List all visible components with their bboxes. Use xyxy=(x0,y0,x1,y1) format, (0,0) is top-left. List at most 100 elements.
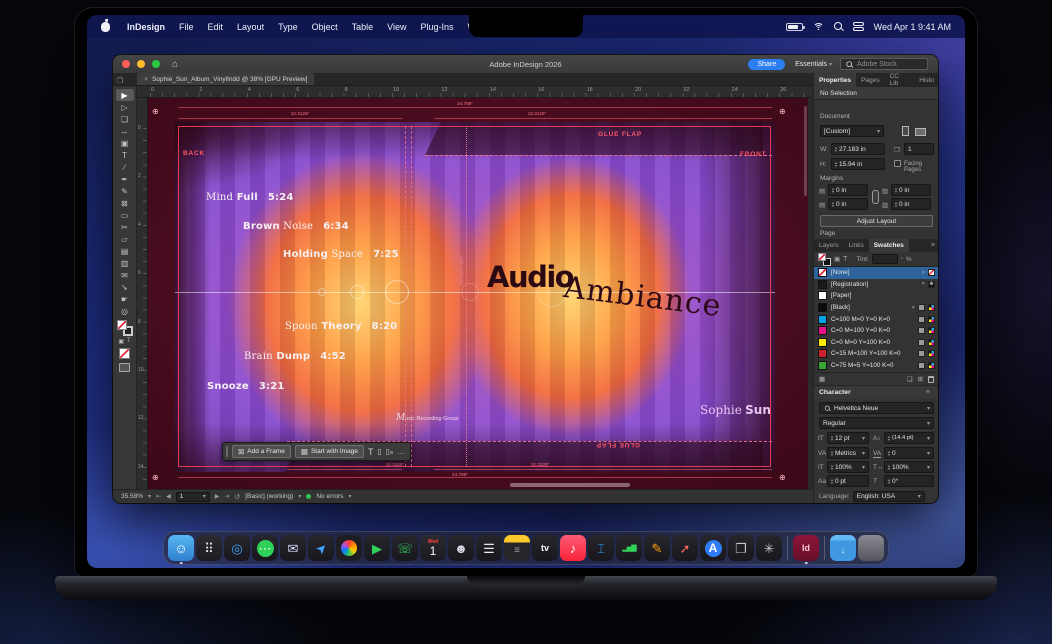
line-tool[interactable]: ∕ xyxy=(116,161,134,173)
pen-tool[interactable]: ✒ xyxy=(116,173,134,185)
fill-stroke-indicator[interactable] xyxy=(117,320,133,336)
swatch-view-icon[interactable]: ▦ xyxy=(819,375,825,383)
tracking-field[interactable]: ▴▾0▾ xyxy=(884,447,934,459)
font-size-field[interactable]: ▴▾12 pt▾ xyxy=(827,432,869,444)
panel-tab-histo[interactable]: Histo xyxy=(914,73,938,87)
preflight-status[interactable]: No errors xyxy=(316,493,343,500)
delete-swatch-icon[interactable] xyxy=(928,376,934,383)
screen-mode-button[interactable] xyxy=(119,363,130,372)
facing-pages-checkbox[interactable] xyxy=(894,160,901,167)
panel-tab-pages[interactable]: Pages xyxy=(856,73,884,87)
panel-tab-swatches[interactable]: Swatches xyxy=(869,239,909,252)
swatch-row[interactable]: [Paper] xyxy=(814,290,938,302)
note-tool[interactable]: ✉ xyxy=(116,269,134,281)
dock-item-numbers[interactable]: ▂▅▇ xyxy=(616,535,642,561)
zoom-window-button[interactable] xyxy=(152,60,160,68)
margin-right-field[interactable]: ▴▾0 in xyxy=(891,198,931,210)
gradient-tool[interactable]: ▤ xyxy=(116,245,134,257)
dock-item-indesign[interactable]: Id xyxy=(793,535,819,561)
baseline-shift-field[interactable]: ▴▾0 pt xyxy=(827,475,869,487)
dock-item-maps[interactable]: ➤ xyxy=(308,535,334,561)
menu-item-layout[interactable]: Layout xyxy=(237,22,264,32)
previous-page-button[interactable]: ◀ xyxy=(166,493,171,500)
menu-bar-clock[interactable]: Wed Apr 1 9:41 AM xyxy=(874,22,951,32)
horizontal-ruler[interactable]: 02468101214161820222426 xyxy=(137,86,813,98)
panel-tab-links[interactable]: Links xyxy=(844,239,869,252)
new-swatch-icon[interactable]: ⊞ xyxy=(918,375,923,383)
apple-menu-icon[interactable] xyxy=(101,22,110,32)
dock-item-pages[interactable]: ✎ xyxy=(644,535,670,561)
more-options-icon[interactable]: … xyxy=(397,447,405,456)
menu-item-edit[interactable]: Edit xyxy=(208,22,224,32)
apply-none-button[interactable] xyxy=(119,348,130,359)
panel-menu-icon[interactable]: ≡ xyxy=(931,239,938,252)
horizontal-scale-field[interactable]: ▴▾100%▾ xyxy=(884,461,934,473)
dock-item-rocket[interactable]: ➚ xyxy=(672,535,698,561)
dock-item-calendar[interactable]: Wed1 xyxy=(420,535,446,561)
preflight-icon[interactable]: ↺ xyxy=(234,493,240,501)
swatch-row[interactable]: [None]× xyxy=(814,267,938,279)
page-count-field[interactable]: 1 xyxy=(904,143,934,155)
margin-bottom-field[interactable]: ▴▾0 in xyxy=(828,198,868,210)
close-window-button[interactable] xyxy=(122,60,130,68)
dock-item-facetime[interactable]: ▶ xyxy=(364,535,390,561)
dock-item-photos[interactable] xyxy=(336,535,362,561)
start-with-image-button[interactable]: ▦Start with Image xyxy=(295,445,364,458)
hand-tool[interactable]: ☛ xyxy=(116,293,134,305)
eyedropper-tool[interactable]: ➘ xyxy=(116,281,134,293)
zoom-tool[interactable]: ◎ xyxy=(116,305,134,317)
frame-tool[interactable]: ⊠ xyxy=(116,197,134,209)
new-color-group-icon[interactable]: ❏ xyxy=(907,375,913,383)
language-dropdown[interactable]: English: USA▾ xyxy=(853,491,925,502)
dock-item-safari[interactable]: ◎ xyxy=(224,535,250,561)
direct-selection-tool[interactable]: ▷ xyxy=(116,101,134,113)
dock-item-messages[interactable]: ⋯ xyxy=(252,535,278,561)
horizontal-scrollbar[interactable] xyxy=(510,483,630,487)
portrait-orientation-button[interactable] xyxy=(902,126,909,136)
next-page-button[interactable]: ▶ xyxy=(215,493,220,500)
adobe-stock-search-input[interactable]: Adobe Stock xyxy=(840,58,928,70)
tint-field[interactable] xyxy=(872,254,898,264)
document-canvas[interactable]: BACK FRONT GLUE FLAP GLUE FLAP Audio Amb… xyxy=(148,98,808,489)
vertical-ruler[interactable]: 02468101214 xyxy=(137,98,148,489)
fill-swatch-none[interactable] xyxy=(117,320,127,330)
margin-top-field[interactable]: ▴▾0 in xyxy=(828,184,868,196)
add-text-icon[interactable]: T xyxy=(368,447,374,457)
scissors-tool[interactable]: ✂ xyxy=(116,221,134,233)
gap-tool[interactable]: ↔ xyxy=(116,125,134,137)
content-collector-tool[interactable]: ▣ xyxy=(116,137,134,149)
font-family-dropdown[interactable]: Helvetica Neue▾ xyxy=(819,402,934,414)
fill-stroke-indicator[interactable] xyxy=(818,253,831,266)
swatch-row[interactable]: [Black]× xyxy=(814,302,938,314)
dock-item-music[interactable]: ♪ xyxy=(560,535,586,561)
swatch-row[interactable]: C=75 M=5 Y=100 K=0 xyxy=(814,360,938,372)
text-fill-icon[interactable]: T xyxy=(843,256,847,263)
formatting-container-icon[interactable]: ▣ xyxy=(118,338,124,345)
dock-item-settings[interactable]: ✳ xyxy=(756,535,782,561)
menu-item-type[interactable]: Type xyxy=(278,22,298,32)
page-tool[interactable]: ❏ xyxy=(116,113,134,125)
margin-left-field[interactable]: ▴▾0 in xyxy=(891,184,931,196)
pencil-tool[interactable]: ✎ xyxy=(116,185,134,197)
vertical-scale-field[interactable]: ▴▾100%▾ xyxy=(827,461,869,473)
selection-tool[interactable]: ▶ xyxy=(116,89,134,101)
adjust-layout-button[interactable]: Adjust Layout xyxy=(820,215,933,227)
swatch-row[interactable]: [Registration]×⊕ xyxy=(814,279,938,291)
menu-item-table[interactable]: Table xyxy=(352,22,374,32)
dock-item-contacts[interactable]: ☻ xyxy=(448,535,474,561)
menu-item-object[interactable]: Object xyxy=(312,22,338,32)
dock-item-phone[interactable]: ☏ xyxy=(392,535,418,561)
swatch-row[interactable]: C=15 M=100 Y=100 K=0 xyxy=(814,348,938,360)
home-icon[interactable]: ⌂ xyxy=(172,59,178,70)
type-tool[interactable]: T xyxy=(116,149,134,161)
last-page-button[interactable]: ⇥ xyxy=(224,493,229,500)
swatch-row[interactable]: C=0 M=0 Y=100 K=0 xyxy=(814,337,938,349)
document-tab[interactable]: × Sophie_Sun_Album_VinylIndd @ 38% [GPU … xyxy=(137,73,314,85)
dock-item-launchpad[interactable]: ⠿ xyxy=(196,535,222,561)
dock-item-mail[interactable]: ✉ xyxy=(280,535,306,561)
wifi-icon[interactable] xyxy=(813,22,824,31)
minimize-window-button[interactable] xyxy=(137,60,145,68)
dock-item-books[interactable]: ❐ xyxy=(728,535,754,561)
dock-item-downloads[interactable]: ↓ xyxy=(830,535,856,561)
menu-item-view[interactable]: View xyxy=(387,22,406,32)
